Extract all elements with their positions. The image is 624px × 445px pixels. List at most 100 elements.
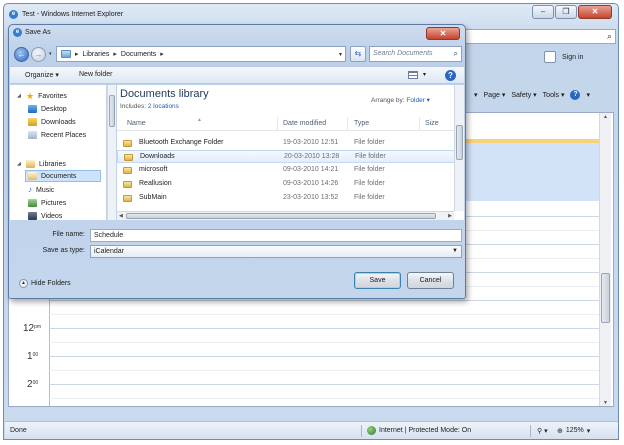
help-icon[interactable]: ? — [445, 70, 456, 81]
breadcrumb-libraries[interactable]: Libraries — [83, 51, 110, 58]
view-dropdown-icon[interactable]: ▾ — [423, 71, 426, 78]
chevron-down-icon[interactable]: ◢ — [17, 93, 21, 99]
scrollbar-thumb[interactable] — [126, 213, 436, 219]
zoom-control[interactable]: ⊕ 125% ▾ — [557, 427, 590, 435]
downloads-icon — [28, 118, 37, 126]
nav-pictures[interactable]: Pictures — [28, 197, 66, 209]
arrange-by-dropdown[interactable]: Folder ▾ — [406, 97, 430, 104]
file-type: File folder — [354, 180, 385, 187]
save-button[interactable]: Save — [354, 272, 401, 289]
file-row[interactable]: Bluetooth Exchange Folder 19-03-2010 12:… — [117, 137, 455, 150]
help-dropdown-icon[interactable]: ▾ — [586, 91, 590, 99]
save-as-type-value: iCalendar — [94, 248, 124, 255]
file-date: 19-03-2010 12:51 — [283, 139, 339, 146]
column-header-type[interactable]: Type — [354, 120, 369, 127]
protected-mode-icon[interactable]: ⚲ ▾ — [537, 427, 548, 435]
file-list-vertical-scrollbar[interactable] — [454, 85, 464, 211]
page-vertical-scrollbar[interactable]: ▲ ▼ — [599, 113, 611, 406]
security-zone[interactable]: Internet | Protected Mode: On — [367, 426, 471, 435]
safety-menu[interactable]: Safety ▾ — [511, 91, 536, 99]
nav-favorites[interactable]: ◢ ★ Favorites — [16, 90, 67, 102]
favorites-toolbar-icon[interactable] — [544, 51, 556, 63]
ie-search-box[interactable]: g ⌕ — [456, 29, 616, 44]
nav-recent-places[interactable]: Recent Places — [28, 129, 86, 141]
chevron-right-icon[interactable]: ▸ — [113, 50, 117, 58]
scrollbar-thumb[interactable] — [456, 125, 463, 160]
save-as-dialog: e Save As ✕ ← → ▾ ▸ Libraries ▸ Document… — [8, 24, 466, 299]
save-as-type-select[interactable]: iCalendar ▼ — [90, 245, 462, 258]
chevron-down-icon[interactable]: ◢ — [17, 161, 21, 167]
tools-menu[interactable]: Tools ▾ — [543, 91, 565, 99]
scroll-down-icon[interactable]: ▼ — [601, 399, 610, 406]
calendar-slot-line — [49, 370, 601, 371]
scroll-right-icon[interactable]: ▶ — [448, 212, 452, 220]
back-button[interactable]: ← — [14, 46, 29, 62]
folder-icon — [123, 167, 132, 174]
hide-folders-label: Hide Folders — [31, 280, 71, 287]
file-row[interactable]: Downloads 20-03-2010 13:28 File folder — [117, 150, 455, 163]
page-menu-icon[interactable]: ▾ — [474, 91, 478, 99]
chevron-up-icon: ▲ — [19, 279, 28, 288]
view-options-icon[interactable] — [408, 71, 418, 79]
column-divider[interactable] — [277, 117, 278, 130]
nav-downloads[interactable]: Downloads — [28, 116, 76, 128]
nav-videos[interactable]: Videos — [28, 210, 62, 220]
scrollbar-thumb[interactable] — [601, 273, 610, 323]
restore-button[interactable]: ❐ — [555, 5, 577, 19]
address-dropdown-icon[interactable]: ▾ — [339, 51, 342, 58]
cancel-button[interactable]: Cancel — [407, 272, 454, 289]
chevron-right-icon[interactable]: ▸ — [160, 50, 164, 58]
scroll-up-icon[interactable]: ▲ — [601, 113, 610, 122]
new-folder-button[interactable]: New folder — [79, 71, 112, 78]
search-icon[interactable]: ⌕ — [454, 47, 458, 61]
file-row[interactable]: microsoft 09-03-2010 14:21 File folder — [117, 164, 455, 177]
hide-folders-toggle[interactable]: ▲ Hide Folders — [19, 279, 71, 288]
nav-libraries[interactable]: ◢ Libraries — [16, 158, 66, 170]
minimize-button[interactable]: – — [532, 5, 554, 19]
help-icon[interactable]: ? — [570, 90, 581, 100]
file-type: File folder — [354, 166, 385, 173]
column-divider[interactable] — [347, 117, 348, 130]
calendar-slot-line — [49, 300, 601, 301]
search-icon[interactable]: ⌕ — [607, 30, 612, 43]
search-documents-input[interactable]: Search Documents ⌕ — [369, 46, 462, 62]
status-text: Done — [10, 427, 27, 434]
nav-desktop[interactable]: Desktop — [28, 103, 67, 115]
organize-menu[interactable]: Organize ▾ — [25, 71, 59, 79]
column-header-date[interactable]: Date modified — [283, 120, 326, 127]
status-separator — [361, 425, 362, 437]
dialog-close-button[interactable]: ✕ — [426, 27, 460, 40]
dialog-title-bar: e Save As — [13, 28, 51, 37]
recent-places-icon — [28, 131, 37, 139]
nav-documents[interactable]: Documents — [25, 170, 101, 182]
sign-in-link[interactable]: Sign in — [562, 54, 583, 61]
hour-label-12pm: 12pm — [23, 323, 42, 334]
file-row[interactable]: SubMain 23-03-2010 13:52 File folder — [117, 192, 455, 205]
internet-explorer-icon: e — [13, 28, 22, 37]
file-name-input[interactable]: Schedule — [90, 229, 462, 242]
file-name: Reallusion — [139, 180, 172, 187]
globe-icon — [367, 426, 376, 435]
nav-music[interactable]: ♪ Music — [28, 184, 54, 196]
navigation-buttons: ← → ▾ — [14, 45, 52, 63]
column-divider[interactable] — [419, 117, 420, 130]
locations-link[interactable]: 2 locations — [148, 103, 179, 110]
internet-explorer-icon: e — [9, 9, 18, 19]
scroll-left-icon[interactable]: ◀ — [119, 212, 123, 220]
breadcrumb-documents[interactable]: Documents — [121, 51, 156, 58]
scrollbar-thumb[interactable] — [109, 95, 115, 127]
column-header-name[interactable]: Name — [127, 120, 146, 127]
recent-pages-dropdown-icon[interactable]: ▾ — [49, 51, 52, 57]
ie-close-button[interactable]: ✕ — [578, 5, 612, 19]
forward-button[interactable]: → — [31, 46, 46, 62]
column-header-size[interactable]: Size — [425, 120, 439, 127]
ie-window-title: Test - Windows Internet Explorer — [22, 10, 124, 18]
address-bar[interactable]: ▸ Libraries ▸ Documents ▸ ▾ — [56, 46, 346, 62]
refresh-button[interactable]: ⇆ — [350, 46, 366, 62]
chevron-right-icon[interactable]: ▸ — [75, 50, 79, 58]
page-menu[interactable]: Page ▾ — [484, 91, 506, 99]
file-list-horizontal-scrollbar[interactable]: ◀ ▶ — [117, 211, 454, 220]
file-row[interactable]: Reallusion 09-03-2010 14:26 File folder — [117, 178, 455, 191]
file-type: File folder — [355, 153, 386, 160]
nav-pane-scrollbar[interactable] — [107, 85, 116, 220]
